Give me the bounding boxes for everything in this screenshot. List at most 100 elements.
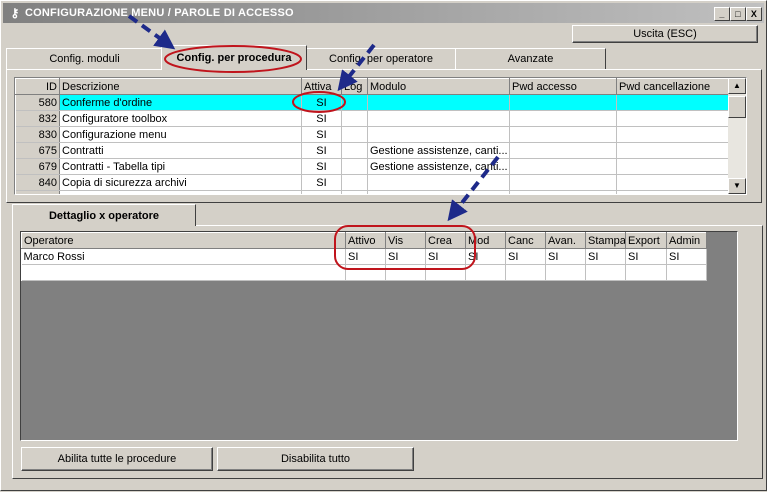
cell-operatore[interactable]: Marco Rossi (21, 248, 346, 265)
cell-permission[interactable]: SI (425, 248, 466, 265)
cell-pwd-accesso[interactable] (509, 158, 617, 175)
cell-pwd-cancellazione[interactable] (616, 110, 729, 127)
scroll-up-icon[interactable]: ▲ (728, 78, 746, 94)
scroll-thumb[interactable] (728, 96, 746, 118)
cell-pwd-cancellazione[interactable] (616, 142, 729, 159)
cell-permission[interactable]: SI (545, 248, 586, 265)
col-header-crea[interactable]: Crea (425, 232, 466, 249)
cell-attiva[interactable]: SI (301, 190, 342, 194)
tab-dettaglio-operatore[interactable]: Dettaglio x operatore (12, 204, 196, 226)
tab-config-per-operatore[interactable]: Config. per operatore (306, 48, 456, 69)
col-header-pwd-accesso[interactable]: Pwd accesso (509, 78, 617, 95)
cell-attiva[interactable]: SI (301, 174, 342, 191)
cell-modulo[interactable]: Gestione assistenze, canti... (367, 142, 510, 159)
cell-permission[interactable]: SI (666, 248, 707, 265)
maximize-button[interactable]: □ (730, 7, 746, 21)
disable-all-button[interactable]: Disabilita tutto (217, 447, 414, 471)
cell-log[interactable] (341, 110, 368, 127)
col-header-operatore[interactable]: Operatore (21, 232, 346, 249)
cell-pwd-cancellazione[interactable] (616, 94, 729, 111)
cell-attiva[interactable]: SI (301, 142, 342, 159)
cell-attiva[interactable]: SI (301, 94, 342, 111)
cell-modulo[interactable] (367, 94, 510, 111)
cell-attiva[interactable]: SI (301, 158, 342, 175)
col-header-id[interactable]: ID (15, 78, 60, 95)
scroll-down-icon[interactable]: ▼ (728, 178, 746, 194)
col-header-avan[interactable]: Avan. (545, 232, 586, 249)
enable-all-button[interactable]: Abilita tutte le procedure (21, 447, 213, 471)
col-header-stampa[interactable]: Stampa (585, 232, 626, 249)
col-header-export[interactable]: Export (625, 232, 667, 249)
cell-log[interactable] (341, 142, 368, 159)
cell-permission[interactable]: SI (585, 248, 626, 265)
procedure-row[interactable]: 832 Configuratore toolbox SI (15, 110, 729, 127)
cell-pwd-accesso[interactable] (509, 174, 617, 191)
procedure-row[interactable]: SI Produzione (15, 190, 729, 194)
cell-log[interactable] (341, 94, 368, 111)
procedures-scrollbar[interactable]: ▲ ▼ (728, 78, 746, 194)
col-header-attivo[interactable]: Attivo (345, 232, 386, 249)
cell-log[interactable] (341, 174, 368, 191)
cell-pwd-cancellazione[interactable] (616, 158, 729, 175)
procedure-row[interactable]: 580 Conferme d'ordine SI (15, 94, 729, 111)
cell-permission[interactable]: SI (465, 248, 506, 265)
col-header-canc[interactable]: Canc (505, 232, 546, 249)
cell-log[interactable] (341, 190, 368, 194)
cell-pwd-accesso[interactable] (509, 126, 617, 143)
col-header-vis[interactable]: Vis (385, 232, 426, 249)
procedure-row[interactable]: 679 Contratti - Tabella tipi SI Gestione as… (15, 158, 729, 175)
col-header-admin[interactable]: Admin (666, 232, 707, 249)
cell-descrizione[interactable]: Copia di sicurezza archivi (59, 174, 302, 191)
exit-button[interactable]: Uscita (ESC) (572, 25, 758, 43)
cell-log[interactable] (341, 158, 368, 175)
col-header-mod[interactable]: Mod (465, 232, 506, 249)
cell-id[interactable]: 840 (15, 174, 60, 191)
cell-pwd-accesso[interactable] (509, 110, 617, 127)
minimize-button[interactable]: _ (714, 7, 730, 21)
cell-descrizione[interactable]: Conferme d'ordine (59, 94, 302, 111)
close-button[interactable]: X (746, 7, 762, 21)
cell-descrizione[interactable]: Configuratore toolbox (59, 110, 302, 127)
col-header-descrizione[interactable]: Descrizione (59, 78, 302, 95)
cell-permission[interactable]: SI (505, 248, 546, 265)
cell-pwd-cancellazione[interactable] (616, 126, 729, 143)
col-header-attiva[interactable]: Attiva (301, 78, 342, 95)
procedure-row[interactable]: 830 Configurazione menu SI (15, 126, 729, 143)
cell-id[interactable]: 675 (15, 142, 60, 159)
cell-modulo[interactable] (367, 110, 510, 127)
tab-avanzate[interactable]: Avanzate (455, 48, 606, 69)
cell-descrizione[interactable]: Contratti - Tabella tipi (59, 158, 302, 175)
tab-config-moduli[interactable]: Config. moduli (6, 48, 163, 69)
tab-config-per-procedura[interactable]: Config. per procedura (161, 45, 307, 70)
cell-permission[interactable]: SI (345, 248, 386, 265)
cell-descrizione[interactable]: Contratti (59, 142, 302, 159)
col-header-modulo[interactable]: Modulo (367, 78, 510, 95)
col-header-pwd-cancellazione[interactable]: Pwd cancellazione (616, 78, 729, 95)
cell-modulo[interactable]: Produzione (367, 190, 510, 194)
cell-id[interactable]: 832 (15, 110, 60, 127)
cell-pwd-cancellazione[interactable] (616, 174, 729, 191)
cell-permission[interactable]: SI (385, 248, 426, 265)
cell-id[interactable] (15, 190, 60, 194)
operator-row[interactable]: Marco Rossi SI SI SI SI SI SI SI SI SI (21, 248, 707, 265)
procedure-row[interactable]: 840 Copia di sicurezza archivi SI (15, 174, 729, 191)
cell-attiva[interactable]: SI (301, 110, 342, 127)
cell-id[interactable]: 830 (15, 126, 60, 143)
cell-modulo[interactable] (367, 126, 510, 143)
col-header-log[interactable]: Log (341, 78, 368, 95)
cell-pwd-cancellazione[interactable] (616, 190, 729, 194)
cell-log[interactable] (341, 126, 368, 143)
cell-id[interactable]: 580 (15, 94, 60, 111)
cell-attiva[interactable]: SI (301, 126, 342, 143)
operators-grid[interactable]: Operatore Attivo Vis Crea Mod Canc Avan. Stampa… (21, 232, 707, 281)
cell-pwd-accesso[interactable] (509, 94, 617, 111)
procedure-row[interactable]: 675 Contratti SI Gestione assistenze, canti… (15, 142, 729, 159)
cell-descrizione[interactable]: Configurazione menu (59, 126, 302, 143)
cell-descrizione[interactable] (59, 190, 302, 194)
cell-modulo[interactable]: Gestione assistenze, canti... (367, 158, 510, 175)
cell-permission[interactable]: SI (625, 248, 667, 265)
cell-id[interactable]: 679 (15, 158, 60, 175)
cell-pwd-accesso[interactable] (509, 190, 617, 194)
cell-modulo[interactable] (367, 174, 510, 191)
cell-pwd-accesso[interactable] (509, 142, 617, 159)
